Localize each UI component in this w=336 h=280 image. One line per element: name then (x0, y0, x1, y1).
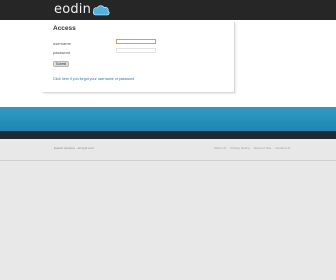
copyright-text: Eqodin (Hestre) - all right cool (54, 146, 94, 150)
top-bar: eodin (0, 0, 336, 20)
username-field[interactable] (116, 38, 156, 44)
logo[interactable]: eodin (54, 1, 110, 19)
footer-link-privacy[interactable]: Privacy Notice (230, 146, 249, 150)
footer-divider (0, 160, 336, 161)
footer-link-about[interactable]: About Us (214, 146, 226, 150)
password-field[interactable] (116, 47, 156, 53)
login-panel: Access username password Submit Click he… (43, 22, 235, 93)
cloud-icon (92, 5, 110, 16)
password-label: password (53, 50, 71, 55)
username-label: username (53, 41, 71, 46)
panel-title: Access (53, 25, 76, 32)
dark-band (0, 131, 336, 139)
footer-links: About Us Privacy Notice Terms of Use Con… (214, 146, 290, 150)
submit-button[interactable]: Submit (53, 61, 69, 67)
blue-band (0, 107, 336, 131)
logo-text: eodin (54, 2, 92, 17)
forgot-password-link[interactable]: Click here if you forgot your username o… (53, 77, 134, 81)
footer-link-terms[interactable]: Terms of Use (254, 146, 272, 150)
footer-link-contact[interactable]: Contact Us (275, 146, 290, 150)
